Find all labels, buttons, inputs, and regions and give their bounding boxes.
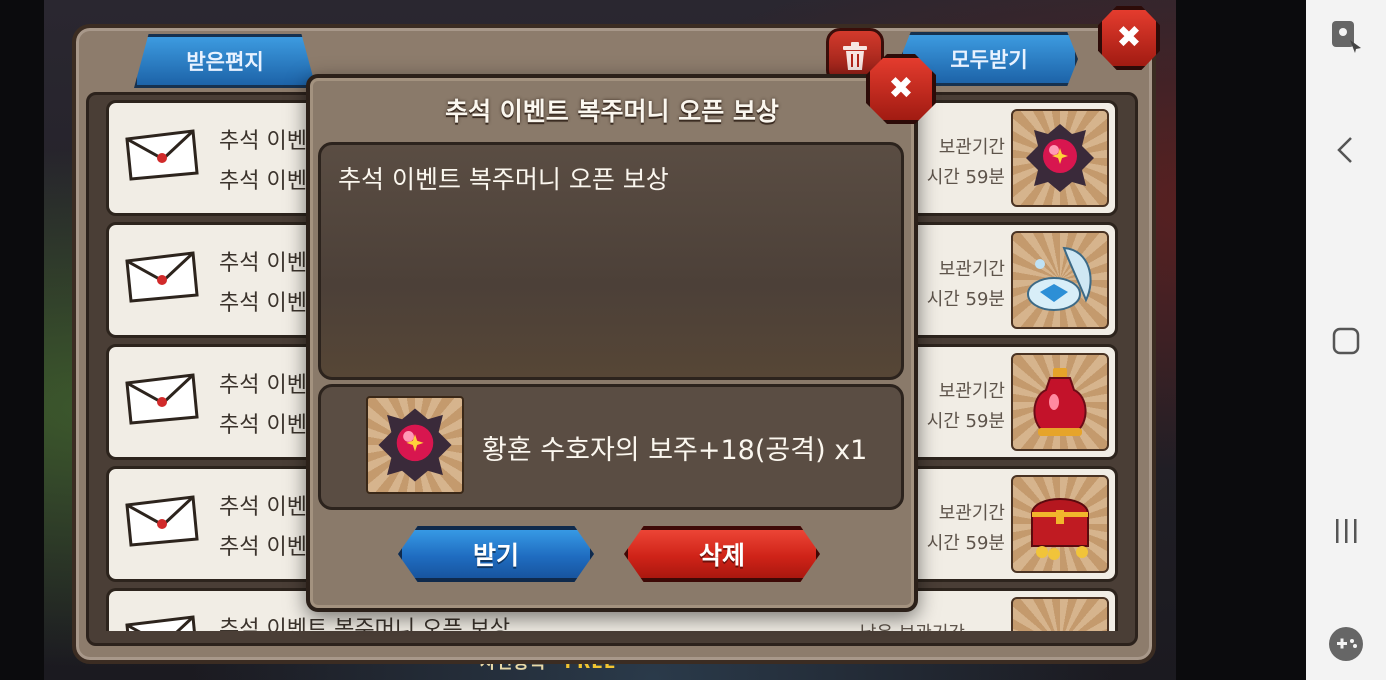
gamepad-icon [1329,627,1363,661]
recents-icon [1336,519,1357,543]
tab-received-mail[interactable]: 받은편지 [134,34,316,88]
mail-keep-label: 보관기간 [938,137,1005,158]
mail-subtitle: 추석 이벤 [219,291,307,316]
mail-subtitle: 추석 이벤 [219,535,307,560]
letterbox-left [0,0,44,680]
mail-item-slot [1011,109,1109,207]
close-icon: ✖ [1116,20,1142,55]
red-potion-icon [1033,368,1087,436]
mail-title: 추석 이벤 [219,373,307,398]
mail-time-left: 시간 59분 [926,411,1005,432]
recents-button[interactable] [1306,516,1386,546]
mail-title: 추석 이벤 [219,495,307,520]
treasure-chest-icon [1030,498,1090,560]
envelope-icon [125,251,199,303]
crimson-orb-icon [378,408,452,482]
pearl-shell-icon [1027,246,1092,311]
mail-keep-label: 보관기간 [938,381,1005,402]
mail-time-left: 시간 59분 [926,167,1005,188]
mail-item-slot [1011,231,1109,329]
mail-keep-label: 남은 보관기간 [860,619,965,631]
mail-keep-label: 보관기간 [938,503,1005,524]
close-mailbox-button[interactable]: ✖ [1098,6,1160,70]
mail-item-slot [1011,597,1109,631]
home-button[interactable] [1306,326,1386,356]
close-dialog-button[interactable]: ✖ [866,54,936,124]
reward-item-slot [366,396,464,494]
envelope-icon [125,129,199,181]
reward-text: 황혼 수호자의 보주+18(공격) x1 [482,435,868,466]
mail-item-slot [1011,353,1109,451]
mail-subtitle: 추석 이벤 [219,169,307,194]
home-square-icon [1332,327,1360,355]
crimson-orb-icon [1026,124,1094,192]
envelope-icon [125,615,196,631]
envelope-icon [125,495,199,547]
message-text: 추석 이벤트 복주머니 오픈 보상 [338,165,669,194]
mail-title: 추석 이벤트 복주머니 오픈 보상 [219,617,511,631]
letterbox-right [1176,0,1306,680]
mail-title: 추석 이벤 [219,129,307,154]
delete-button[interactable]: 삭제 [624,526,820,582]
close-icon: ✖ [888,71,914,106]
back-chevron-icon [1337,137,1352,163]
trash-icon [843,42,867,70]
touch-lock-icon [1332,21,1361,53]
mail-time-left: 시간 59분 [926,533,1005,554]
screenshot-tool-button[interactable] [1306,18,1386,54]
mail-keep-label: 보관기간 [938,259,1005,280]
android-nav-bar [1306,0,1386,680]
mail-item-slot [1011,475,1109,573]
mail-subtitle: 추석 이벤 [219,413,307,438]
mail-time-left: 시간 59분 [926,289,1005,310]
accept-button[interactable]: 받기 [398,526,594,582]
envelope-icon [125,373,199,425]
game-tools-button[interactable] [1306,626,1386,662]
dialog-title: 추석 이벤트 복주머니 오픈 보상 [445,97,779,126]
syringe-icon [1030,616,1090,631]
mail-title: 추석 이벤 [219,251,307,276]
back-button[interactable] [1306,134,1386,166]
